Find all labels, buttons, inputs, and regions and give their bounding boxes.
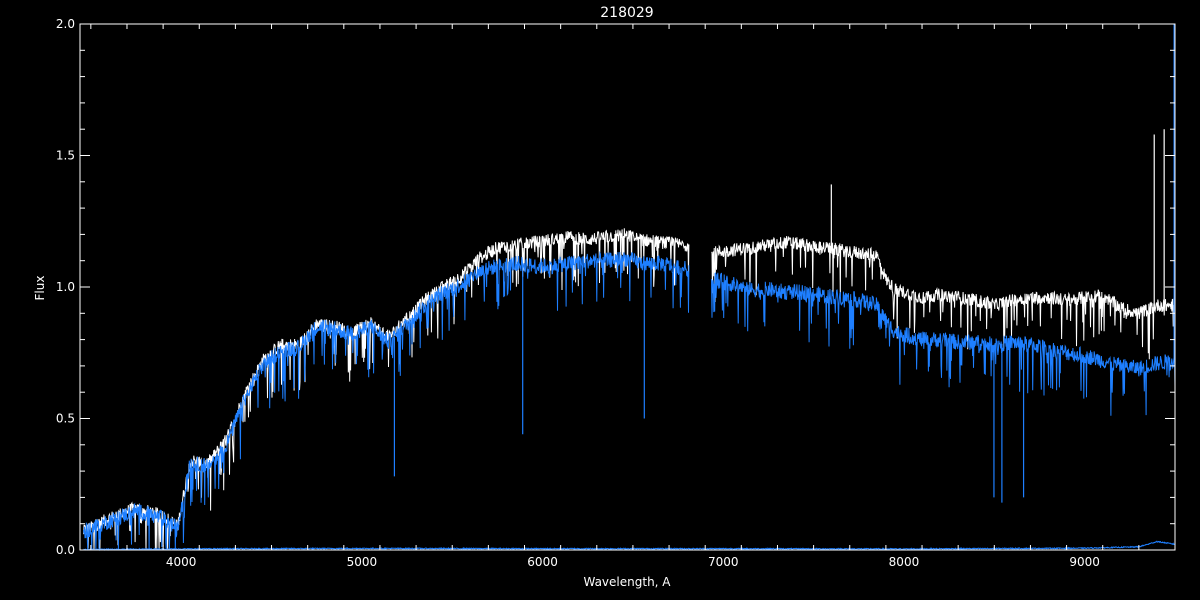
chart-title: 218029 bbox=[600, 5, 653, 21]
x-tick-label: 4000 bbox=[166, 555, 197, 569]
y-axis-title: Flux bbox=[33, 276, 47, 301]
y-tick-label: 0.5 bbox=[56, 412, 75, 426]
x-tick-label: 9000 bbox=[1069, 555, 1100, 569]
x-axis-title: Wavelength, A bbox=[583, 575, 671, 589]
x-tick-label: 6000 bbox=[527, 555, 558, 569]
y-tick-label: 1.0 bbox=[56, 280, 75, 294]
y-tick-label: 1.5 bbox=[56, 149, 75, 163]
x-tick-label: 5000 bbox=[347, 555, 378, 569]
y-tick-label: 2.0 bbox=[56, 17, 75, 31]
y-tick-label: 0.0 bbox=[56, 543, 75, 557]
x-tick-label: 7000 bbox=[708, 555, 739, 569]
spectrum-chart: 4000 5000 6000 7000 8000 90000.00.51.01.52.0 … bbox=[0, 0, 1200, 600]
x-tick-label: 8000 bbox=[889, 555, 920, 569]
